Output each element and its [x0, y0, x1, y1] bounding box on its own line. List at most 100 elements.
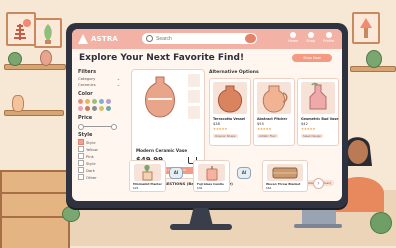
color-heading: Color	[78, 91, 93, 97]
product-price: $55	[257, 122, 264, 126]
nav-shop-label: Shop	[306, 39, 316, 43]
color-swatch[interactable]	[92, 99, 97, 104]
thumbnail[interactable]	[188, 106, 200, 119]
style-option[interactable]: Style	[78, 160, 130, 166]
style-option-label: Yellow	[86, 146, 98, 152]
search-button[interactable]	[245, 34, 256, 43]
monitor-base	[170, 224, 232, 230]
price-heading: Price	[78, 115, 93, 121]
ai-bot: AI	[236, 165, 251, 183]
color-swatch[interactable]	[106, 106, 111, 111]
color-swatch[interactable]	[99, 99, 104, 104]
price-slider-min-handle[interactable]	[78, 124, 84, 130]
nav-home-label: Home	[287, 39, 299, 43]
search-bar	[142, 33, 257, 44]
star-rating: ★★★★★	[301, 127, 316, 131]
product-name: Geometric Bud Vase	[301, 117, 339, 121]
laptop	[294, 205, 342, 229]
search-input[interactable]	[153, 33, 245, 44]
product-card[interactable]: Terracotta Vessel $38 ★★★★★ Organic Shap…	[209, 78, 251, 146]
product-card[interactable]: Abstract Pitcher $55 ★★★★★ Artistic Flai…	[253, 78, 295, 146]
product-card[interactable]: Geometric Bud Vase $42 ★★★★★ Sleek Desig…	[297, 78, 339, 146]
style-option-label: Style	[86, 139, 96, 145]
style-option-label: Dark	[86, 167, 96, 173]
color-swatch[interactable]	[85, 99, 90, 104]
nav-profile-label: Profile	[323, 39, 334, 43]
featured-name: Modern Ceramic Vase	[136, 148, 188, 153]
star-rating: ★★★★★	[257, 127, 272, 131]
thumbnail[interactable]	[188, 90, 200, 103]
color-swatch[interactable]	[85, 106, 90, 111]
checkbox[interactable]	[78, 160, 84, 166]
desk-plant	[62, 206, 80, 222]
suggestion-card[interactable]: Minimalist Planter $29	[129, 160, 166, 192]
user-icon	[325, 32, 332, 38]
next-arrow-button[interactable]: ›	[313, 178, 324, 189]
shelf-plant-right	[40, 50, 52, 66]
suggestion-price: $29	[133, 186, 139, 190]
style-option[interactable]: Yellow	[78, 146, 130, 152]
logo[interactable]: ASTRA	[78, 34, 118, 44]
checkbox[interactable]	[78, 146, 84, 152]
checkbox[interactable]	[78, 174, 84, 180]
floor-plant	[370, 212, 392, 234]
checkbox[interactable]	[78, 139, 84, 145]
page-title: Explore Your Next Favorite Find!	[79, 53, 245, 63]
thumbnail[interactable]	[188, 74, 200, 87]
pagoda-wall-art	[6, 12, 36, 46]
color-swatch[interactable]	[92, 106, 97, 111]
suggestion-card[interactable]: Fuji Glass Candle $36	[193, 160, 230, 192]
logo-text: ASTRA	[91, 35, 119, 43]
checkbox[interactable]	[78, 153, 84, 159]
logo-icon	[78, 34, 88, 44]
style-option[interactable]: Style	[78, 139, 130, 145]
color-swatch[interactable]	[78, 106, 83, 111]
style-option-label: Style	[86, 160, 96, 166]
color-swatch[interactable]	[99, 106, 104, 111]
alternatives-heading: Alternative Options	[209, 70, 259, 75]
shelf-vase	[12, 95, 24, 112]
filter-ceramics[interactable]: Ceramics ⌄	[78, 82, 120, 87]
style-heading: Style	[78, 132, 93, 138]
chevron-down-icon: ⌄	[116, 82, 120, 87]
style-option[interactable]: Dark	[78, 167, 130, 173]
suggestion-image	[198, 164, 225, 181]
product-image	[301, 82, 335, 114]
product-tag: Artistic Flair	[257, 134, 278, 138]
color-swatch[interactable]	[78, 99, 83, 104]
right-plant	[366, 50, 382, 68]
cabinet	[0, 170, 70, 248]
product-image	[213, 82, 247, 114]
ai-bot-label: AI	[237, 167, 251, 179]
wall-shelf-lower	[4, 110, 64, 116]
style-option[interactable]: Other	[78, 174, 130, 180]
suggestion-price: $36	[197, 186, 203, 190]
filter-category[interactable]: Category ⌄	[78, 76, 120, 81]
chevron-down-icon: ⌄	[116, 76, 120, 81]
nav-shop[interactable]: Shop	[306, 32, 315, 43]
style-option-label: Other	[86, 174, 97, 180]
style-option-label: Pink	[86, 153, 94, 159]
nav-home[interactable]: Home	[288, 32, 298, 43]
product-tag: Sleek Design	[301, 134, 324, 138]
nav-profile[interactable]: Profile	[323, 32, 334, 43]
shop-now-button[interactable]: Shop Now	[292, 54, 332, 62]
plant-wall-art	[34, 18, 62, 48]
color-swatch[interactable]	[106, 99, 111, 104]
filter-ceramics-label: Ceramics	[78, 82, 96, 87]
product-image	[257, 82, 291, 114]
style-option[interactable]: Pink	[78, 153, 130, 159]
product-name: Terracotta Vessel	[213, 117, 246, 121]
top-nav: Home Shop Profile	[288, 32, 334, 43]
price-slider[interactable]	[78, 123, 118, 130]
ai-bot-label: AI	[169, 167, 183, 179]
product-tag: Organic Shape	[213, 134, 238, 138]
suggestion-card[interactable]: Woven Throw Blanket $64	[262, 160, 308, 192]
suggestion-price: $64	[266, 186, 272, 190]
checkbox[interactable]	[78, 167, 84, 173]
suggestion-image	[267, 164, 303, 181]
color-swatches-row-2	[78, 106, 130, 111]
color-swatches-row-1	[78, 99, 130, 104]
star-rating: ★★★★★	[213, 127, 228, 131]
price-slider-max-handle[interactable]	[111, 124, 117, 130]
